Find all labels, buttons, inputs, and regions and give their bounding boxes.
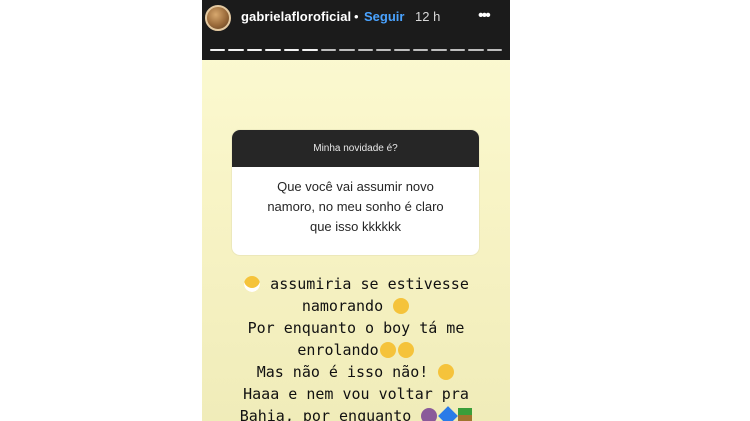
post-time: 12 h [415, 9, 441, 24]
reply-line: enrolando [202, 339, 510, 361]
username[interactable]: gabrielafloroficial [241, 9, 351, 24]
progress-segment [431, 49, 447, 51]
progress-segment [246, 49, 263, 51]
eye-roll-emoji-icon [397, 342, 414, 358]
thinking-emoji-icon [379, 342, 396, 358]
question-sticker: Minha novidade é? Que você vai assumir n… [232, 130, 479, 255]
profile-avatar[interactable] [205, 5, 231, 31]
reply-text: assumiria se estivesse [270, 275, 469, 293]
reply-line: Bahia, por enquanto [202, 405, 510, 421]
answer-line: que isso kkkkkk [309, 219, 402, 234]
progress-segment [320, 49, 337, 51]
follow-button[interactable]: Seguir [364, 9, 404, 24]
story-progress-bar [210, 49, 502, 52]
progress-segment [228, 49, 244, 51]
answer-line: Que você vai assumir novo [277, 179, 434, 194]
wink-tongue-emoji-icon [438, 364, 455, 380]
grimace-emoji-icon [244, 276, 261, 292]
story-header: gabrielafloroficial • Seguir 12 h ••• [202, 0, 510, 60]
progress-segment [339, 49, 355, 51]
palm-tree-emoji-icon [458, 408, 473, 421]
answer-line: namoro, no meu sonho é claro [267, 199, 444, 214]
progress-segment [468, 49, 484, 51]
reply-text: namorando [301, 297, 384, 315]
question-prompt: Minha novidade é? [232, 130, 479, 167]
progress-segment [412, 49, 429, 51]
story-reply-text: assumiria se estivesse namorando Por enq… [202, 273, 510, 421]
progress-segment [375, 49, 392, 51]
story-view: gabrielafloroficial • Seguir 12 h ••• Mi… [202, 0, 510, 421]
more-options-icon[interactable]: ••• [478, 8, 491, 24]
progress-segment [283, 49, 300, 51]
progress-segment [265, 49, 281, 51]
reply-text: enrolando [297, 341, 379, 359]
reply-line: Haaa e nem vou voltar pra [202, 383, 510, 405]
progress-segment [486, 49, 502, 51]
progress-segment [302, 49, 318, 51]
progress-segment [449, 49, 466, 51]
reply-line: Mas não é isso não! [202, 361, 510, 383]
reply-text: Mas não é isso não! [256, 363, 429, 381]
progress-segment [357, 49, 373, 51]
woman-emoji-icon [421, 408, 438, 421]
reply-line: namorando [202, 295, 510, 317]
reply-line: assumiria se estivesse [202, 273, 510, 295]
reply-text: Bahia, por enquanto [239, 407, 412, 421]
reply-text: Por enquanto o boy tá me [247, 319, 465, 337]
progress-segment [210, 49, 226, 51]
laugh-emoji-icon [393, 298, 410, 314]
blue-heart-emoji-icon [438, 406, 459, 421]
reply-line: Por enquanto o boy tá me [202, 317, 510, 339]
reply-text: Haaa e nem vou voltar pra [243, 385, 469, 403]
question-answer: Que você vai assumir novo namoro, no meu… [232, 167, 479, 237]
progress-segment [394, 49, 410, 51]
separator-dot: • [354, 9, 359, 24]
